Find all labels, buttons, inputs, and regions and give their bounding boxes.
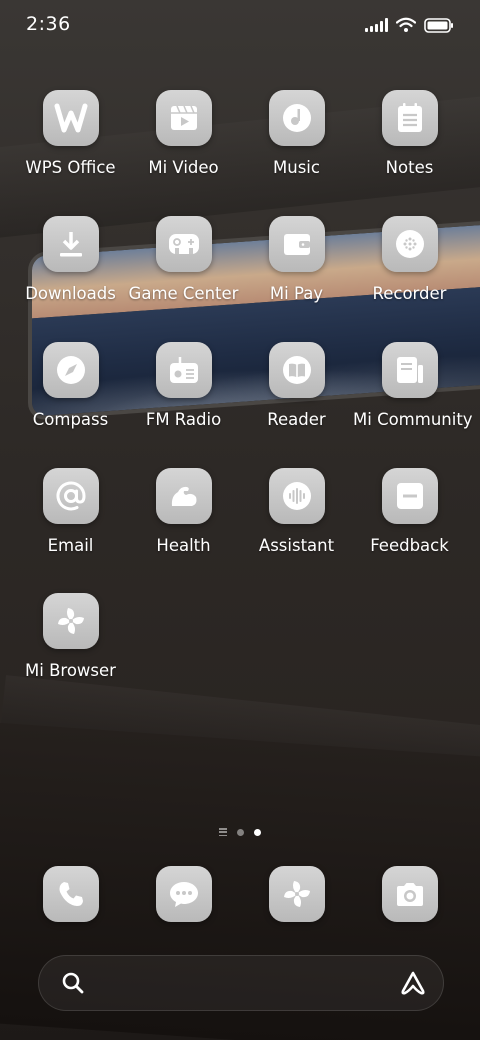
browser-icon <box>268 866 325 922</box>
notes-icon <box>381 90 438 146</box>
app-label: Notes <box>385 158 434 177</box>
page-indicator-menu-icon <box>219 828 227 836</box>
app-label: Assistant <box>258 536 335 555</box>
feedback-icon <box>381 468 438 524</box>
camera-icon <box>381 866 438 922</box>
page-indicator[interactable] <box>0 828 480 836</box>
assistant-icon <box>268 468 325 524</box>
assistant-shortcut-icon[interactable] <box>399 969 427 1001</box>
wps-office-icon <box>42 90 99 146</box>
app-notes[interactable]: Notes <box>353 90 466 177</box>
video-icon <box>155 90 212 146</box>
dock-phone[interactable] <box>14 866 127 922</box>
app-email[interactable]: Email <box>14 468 127 555</box>
app-assistant[interactable]: Assistant <box>240 468 353 555</box>
app-compass[interactable]: Compass <box>14 342 127 429</box>
page-dot-active <box>254 828 261 836</box>
app-fm-radio[interactable]: FM Radio <box>127 342 240 429</box>
app-music[interactable]: Music <box>240 90 353 177</box>
dock <box>14 866 466 922</box>
search-icon[interactable] <box>61 971 85 999</box>
recorder-icon <box>381 216 438 272</box>
app-label: Game Center <box>128 284 239 303</box>
dock-camera[interactable] <box>353 866 466 922</box>
battery-icon <box>424 17 454 33</box>
app-label: FM Radio <box>145 410 222 429</box>
status-time: 2:36 <box>26 13 71 35</box>
app-recorder[interactable]: Recorder <box>353 216 466 303</box>
status-icons <box>365 15 454 35</box>
app-mi-community[interactable]: Mi Community <box>353 342 473 429</box>
app-mi-video[interactable]: Mi Video <box>127 90 240 177</box>
app-downloads[interactable]: Downloads <box>14 216 127 303</box>
message-icon <box>155 866 212 922</box>
app-reader[interactable]: Reader <box>240 342 353 429</box>
wallet-icon <box>268 216 325 272</box>
signal-icon <box>365 18 388 32</box>
status-bar: 2:36 <box>0 0 480 52</box>
app-label: Feedback <box>370 536 449 555</box>
app-label: Reader <box>267 410 326 429</box>
compass-icon <box>42 342 99 398</box>
app-wps-office[interactable]: WPS Office <box>14 90 127 177</box>
page-dot <box>237 828 244 836</box>
email-icon <box>42 468 99 524</box>
app-label: Health <box>156 536 211 555</box>
app-label: Email <box>47 536 94 555</box>
phone-icon <box>42 866 99 922</box>
health-icon <box>155 468 212 524</box>
community-icon <box>381 342 438 398</box>
app-feedback[interactable]: Feedback <box>353 468 466 555</box>
app-label: Music <box>273 158 320 177</box>
app-label: WPS Office <box>25 158 116 177</box>
app-label: Mi Video <box>148 158 219 177</box>
dock-messages[interactable] <box>127 866 240 922</box>
app-label: Recorder <box>372 284 447 303</box>
app-health[interactable]: Health <box>127 468 240 555</box>
app-game-center[interactable]: Game Center <box>127 216 240 303</box>
gamepad-icon <box>155 216 212 272</box>
dock-browser[interactable] <box>240 866 353 922</box>
app-label: Mi Pay <box>269 284 324 303</box>
book-icon <box>268 342 325 398</box>
app-label: Mi Community <box>353 410 473 429</box>
music-icon <box>268 90 325 146</box>
download-icon <box>42 216 99 272</box>
app-mi-browser[interactable]: Mi Browser <box>14 593 127 680</box>
wifi-icon <box>396 17 416 33</box>
app-mi-pay[interactable]: Mi Pay <box>240 216 353 303</box>
app-label: Mi Browser <box>25 661 116 680</box>
radio-icon <box>155 342 212 398</box>
browser-icon <box>42 593 99 649</box>
app-label: Compass <box>32 410 109 429</box>
app-label: Downloads <box>25 284 116 303</box>
search-bar[interactable] <box>38 955 444 1011</box>
